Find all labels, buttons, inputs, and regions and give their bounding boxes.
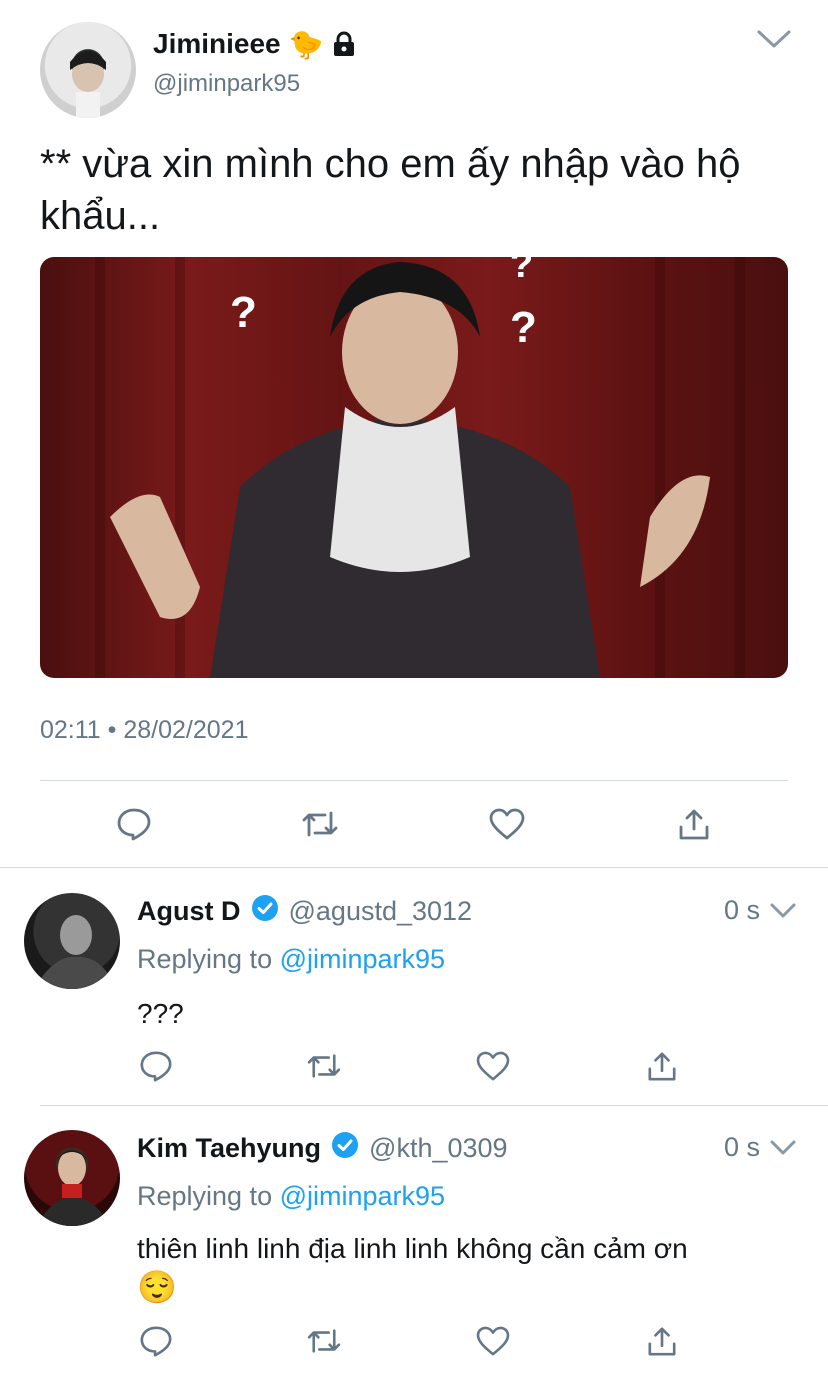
share-icon: [648, 1052, 676, 1081]
chevron-down-icon[interactable]: [769, 1139, 797, 1162]
meme-illustration: ? ? ?: [95, 257, 745, 678]
author-avatar[interactable]: [40, 22, 136, 118]
reply-display-name[interactable]: Kim Taehyung: [137, 1133, 321, 1164]
reply-time[interactable]: 0 s: [724, 1132, 760, 1163]
reply-button[interactable]: [114, 804, 154, 844]
share-button[interactable]: [674, 804, 714, 844]
divider: [0, 867, 828, 868]
svg-text:?: ?: [510, 257, 533, 286]
avatar-red-portrait-icon: [36, 1150, 110, 1226]
replying-to: Replying to @jiminpark95: [137, 944, 445, 975]
tweet-text: ** vừa xin mình cho em ấy nhập vào hộ kh…: [40, 142, 741, 238]
verified-badge-icon: [251, 894, 279, 929]
share-icon: [679, 809, 709, 840]
like-button[interactable]: [473, 1046, 513, 1086]
reply-handle[interactable]: @agustd_3012: [289, 896, 473, 927]
reply-avatar[interactable]: [24, 1130, 120, 1226]
chevron-down-icon[interactable]: [756, 28, 792, 55]
reply-time[interactable]: 0 s: [724, 895, 760, 926]
share-icon: [648, 1327, 676, 1356]
author-handle[interactable]: @jiminpark95: [153, 70, 300, 98]
reply-display-name[interactable]: Agust D: [137, 896, 241, 927]
tweet-timestamp[interactable]: 02:11 • 28/02/2021: [40, 716, 248, 745]
reply-icon: [117, 808, 151, 841]
reply-button[interactable]: [136, 1321, 176, 1361]
verified-badge-icon: [331, 1131, 359, 1166]
replying-to-label: Replying to: [137, 944, 280, 974]
like-icon: [489, 808, 525, 840]
reply-icon: [140, 1326, 172, 1357]
avatar-dark-portrait-icon: [34, 915, 116, 989]
replying-to-handle-link[interactable]: @jiminpark95: [280, 944, 445, 974]
reply-name-row: Agust D @agustd_3012: [137, 893, 472, 929]
author-name-row: Jiminieee 🐤: [153, 26, 356, 62]
reply-handle[interactable]: @kth_0309: [369, 1133, 508, 1164]
chick-emoji-icon: 🐤: [288, 28, 324, 60]
svg-text:?: ?: [510, 303, 537, 352]
retweet-button[interactable]: [300, 804, 340, 844]
retweet-button[interactable]: [304, 1046, 344, 1086]
divider: [40, 780, 788, 781]
svg-text:?: ?: [230, 288, 257, 337]
reply-avatar[interactable]: [24, 893, 120, 989]
like-button[interactable]: [473, 1321, 513, 1361]
share-button[interactable]: [642, 1321, 682, 1361]
retweet-icon: [302, 811, 338, 837]
like-icon: [476, 1051, 510, 1081]
replying-to-handle-link[interactable]: @jiminpark95: [280, 1181, 445, 1211]
chevron-down-icon[interactable]: [769, 902, 797, 925]
replying-to-label: Replying to: [137, 1181, 280, 1211]
avatar-hood-icon: [70, 51, 106, 118]
retweet-icon: [307, 1054, 341, 1078]
tweet-media-image[interactable]: ? ? ?: [40, 257, 788, 678]
author-display-name[interactable]: Jiminieee: [153, 28, 281, 60]
reply-text: thiên linh linh địa linh linh không cần …: [137, 1233, 688, 1264]
share-button[interactable]: [642, 1046, 682, 1086]
like-icon: [476, 1326, 510, 1356]
retweet-icon: [307, 1329, 341, 1353]
lock-icon: [332, 31, 356, 57]
reply-button[interactable]: [136, 1046, 176, 1086]
relieved-face-emoji-icon: 😌: [137, 1269, 177, 1305]
reply-icon: [140, 1051, 172, 1082]
reply-name-row: Kim Taehyung @kth_0309: [137, 1130, 508, 1166]
divider: [40, 1105, 828, 1106]
replying-to: Replying to @jiminpark95: [137, 1181, 445, 1212]
reply-text: ???: [137, 998, 184, 1029]
retweet-button[interactable]: [304, 1321, 344, 1361]
like-button[interactable]: [487, 804, 527, 844]
